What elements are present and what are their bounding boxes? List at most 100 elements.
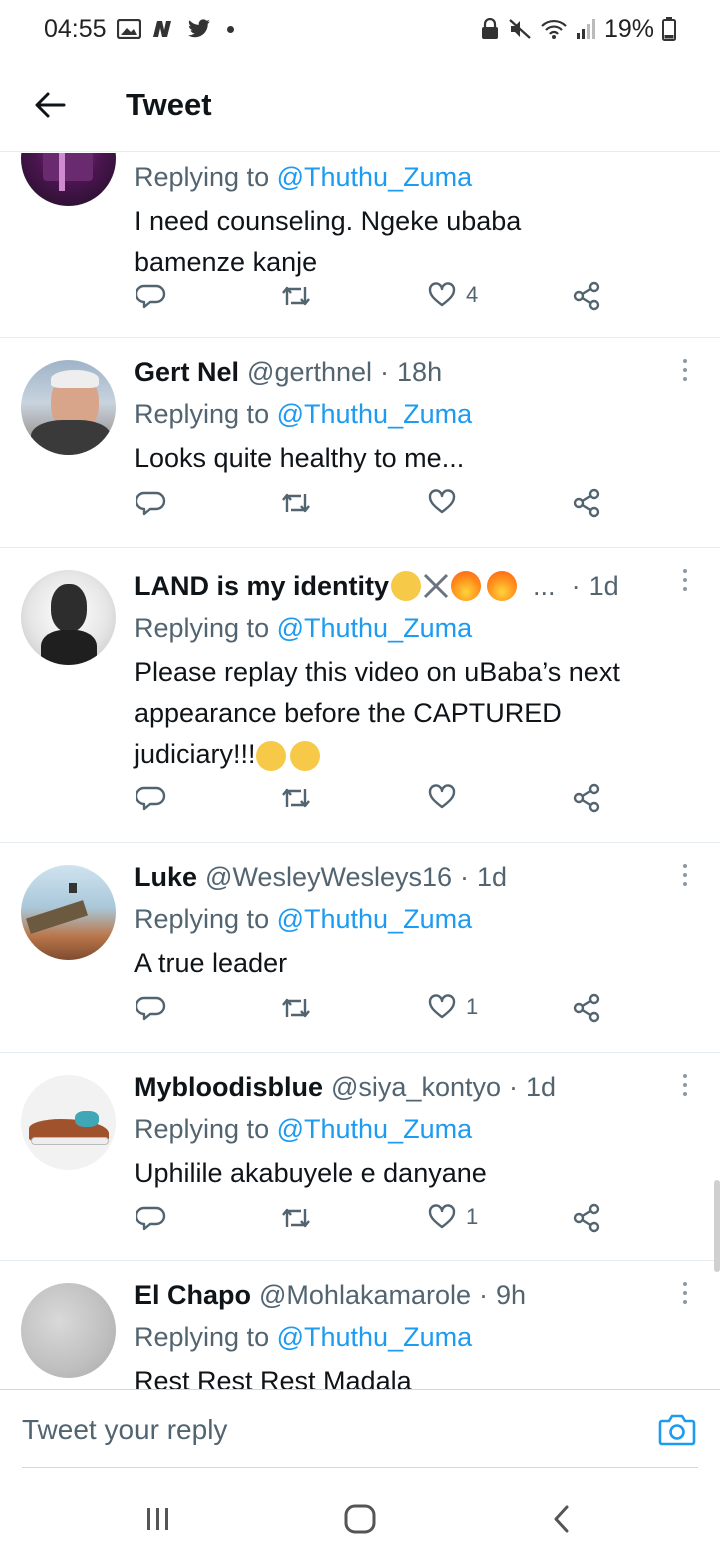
display-name[interactable]: Gert Nel — [134, 352, 239, 392]
share-button[interactable] — [572, 783, 602, 813]
timestamp[interactable]: 1d — [589, 566, 619, 606]
like-button[interactable]: 4 — [428, 281, 478, 309]
tweet[interactable]: Gert Nel @gerthnel · 18h Replying to @Th… — [0, 338, 720, 548]
share-button[interactable] — [572, 488, 602, 518]
replying-to: Replying to @Thuthu_Zuma — [134, 399, 473, 429]
display-name[interactable]: El Chapo — [134, 1275, 251, 1315]
more-options-icon[interactable] — [680, 560, 690, 600]
tweet-meta: Luke @WesleyWesleys16 · 1d — [134, 857, 690, 897]
like-button[interactable] — [428, 488, 456, 516]
share-button[interactable] — [572, 993, 602, 1023]
replying-handle-link[interactable]: @Thuthu_Zuma — [277, 399, 473, 429]
replying-handle-link[interactable]: @Thuthu_Zuma — [277, 1322, 473, 1352]
retweet-icon — [282, 286, 310, 306]
separator: · — [479, 1280, 489, 1310]
retweet-button[interactable] — [280, 993, 312, 1023]
display-name[interactable]: Mybloodisblue — [134, 1067, 323, 1107]
display-name[interactable]: Luke — [134, 857, 197, 897]
reply-composer: Tweet your reply — [0, 1389, 720, 1479]
recent-apps-button[interactable] — [143, 1502, 173, 1541]
tweet-text: A true leader — [134, 948, 288, 978]
tweet[interactable]: Luke @WesleyWesleys16 · 1d Replying to @… — [0, 843, 720, 1053]
divider — [22, 1467, 698, 1468]
tweet[interactable]: Mybloodisblue @siya_kontyo · 1d Replying… — [0, 1053, 720, 1261]
replying-handle-link[interactable]: @Thuthu_Zuma — [277, 613, 473, 643]
crying-face-emoji — [255, 740, 286, 771]
more-options-icon[interactable] — [680, 350, 690, 390]
timestamp[interactable]: 9h — [496, 1275, 526, 1315]
tweet[interactable]: Replying to @Thuthu_Zuma I need counseli… — [0, 153, 720, 338]
retweet-button[interactable] — [280, 783, 312, 813]
heart-icon — [428, 784, 456, 809]
reply-button[interactable] — [136, 783, 166, 813]
share-icon — [573, 488, 600, 518]
back-button[interactable] — [0, 58, 100, 152]
top-app-bar: Tweet — [0, 58, 720, 152]
crying-face-emoji — [289, 740, 320, 771]
avatar[interactable] — [21, 570, 116, 665]
heart-icon — [428, 1204, 456, 1229]
replying-to: Replying to @Thuthu_Zuma — [134, 904, 473, 934]
like-button[interactable]: 1 — [428, 1203, 478, 1231]
avatar[interactable] — [21, 1075, 116, 1170]
reply-icon — [136, 491, 166, 516]
camera-icon — [658, 1414, 696, 1446]
more-options-icon[interactable] — [680, 1273, 690, 1313]
avatar[interactable] — [21, 865, 116, 960]
home-button[interactable] — [343, 1502, 377, 1541]
lock-icon — [480, 16, 500, 42]
camera-button[interactable] — [658, 1412, 696, 1451]
reply-button[interactable] — [136, 993, 166, 1023]
reply-icon — [136, 786, 166, 811]
user-handle[interactable]: @Mohlakamarole — [259, 1275, 471, 1315]
replies-feed[interactable]: Replying to @Thuthu_Zuma I need counseli… — [0, 153, 720, 1389]
reply-button[interactable] — [136, 488, 166, 518]
reply-button[interactable] — [136, 1203, 166, 1233]
user-handle[interactable]: ... — [533, 566, 556, 606]
replying-handle-link[interactable]: @Thuthu_Zuma — [277, 1114, 473, 1144]
more-options-icon[interactable] — [680, 855, 690, 895]
share-icon — [573, 993, 600, 1023]
tweet-text: Looks quite healthy to me... — [134, 443, 465, 473]
retweet-button[interactable] — [280, 281, 312, 311]
retweet-button[interactable] — [280, 488, 312, 518]
raised-fist-emoji — [391, 571, 422, 601]
retweet-icon — [282, 788, 310, 808]
like-button[interactable]: 1 — [428, 993, 478, 1021]
back-nav-button[interactable] — [548, 1502, 576, 1541]
more-options-icon[interactable] — [680, 1065, 690, 1105]
like-button[interactable] — [428, 783, 456, 811]
retweet-button[interactable] — [280, 1203, 312, 1233]
tweet-meta: LAND is my identity ... · 1d — [134, 566, 690, 606]
share-button[interactable] — [572, 1203, 602, 1233]
tweet-meta: Gert Nel @gerthnel · 18h — [134, 352, 690, 392]
scrollbar[interactable] — [714, 1180, 720, 1272]
retweet-icon — [282, 1208, 310, 1228]
timestamp[interactable]: 18h — [397, 352, 442, 392]
reply-button[interactable] — [136, 281, 166, 311]
timestamp[interactable]: 1d — [526, 1067, 556, 1107]
avatar[interactable] — [21, 153, 116, 206]
battery-percent: 19% — [603, 14, 654, 43]
heart-icon — [428, 489, 456, 514]
avatar[interactable] — [21, 1283, 116, 1378]
tweet[interactable]: El Chapo @Mohlakamarole · 9h Replying to… — [0, 1261, 720, 1389]
tweet[interactable]: LAND is my identity ... · 1d Replying to… — [0, 548, 720, 843]
news-icon — [151, 16, 177, 42]
replying-to: Replying to @Thuthu_Zuma — [134, 1322, 473, 1352]
replying-handle-link[interactable]: @Thuthu_Zuma — [277, 904, 473, 934]
separator: · — [509, 1072, 518, 1102]
reply-input[interactable]: Tweet your reply — [22, 1414, 227, 1446]
avatar[interactable] — [21, 360, 116, 455]
tweet-text: Rest Rest Rest Madala — [134, 1366, 412, 1389]
dot-icon — [226, 25, 234, 33]
user-handle[interactable]: @siya_kontyo — [331, 1067, 501, 1107]
share-button[interactable] — [572, 281, 602, 311]
replying-handle-link[interactable]: @Thuthu_Zuma — [277, 162, 473, 192]
user-handle[interactable]: @WesleyWesleys16 — [205, 857, 452, 897]
fire-emoji — [451, 571, 482, 601]
user-handle[interactable]: @gerthnel — [247, 352, 372, 392]
display-name[interactable]: LAND is my identity — [134, 566, 389, 606]
timestamp[interactable]: 1d — [477, 857, 507, 897]
separator: · — [380, 357, 390, 387]
